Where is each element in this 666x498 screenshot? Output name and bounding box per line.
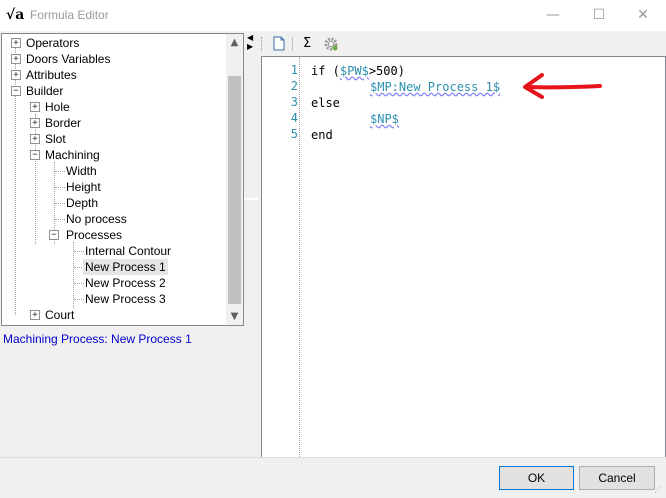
minimize-button[interactable]: — <box>530 0 576 31</box>
red-arrow-annotation-icon <box>523 73 602 99</box>
tree-item-no-process[interactable]: No process <box>66 211 127 227</box>
collapse-icon[interactable]: − <box>49 230 59 240</box>
editor-toolbar: Σ <box>259 33 664 55</box>
title-bar: √a Formula Editor — ☐ ✕ <box>0 0 666 31</box>
expand-icon[interactable]: + <box>11 54 21 64</box>
scroll-up-icon[interactable]: ▲ <box>226 34 243 51</box>
code-line-3: else <box>311 96 340 110</box>
tree-connector <box>15 42 16 315</box>
line-number: 2 <box>290 79 298 93</box>
toolbar-grip[interactable] <box>261 37 264 51</box>
scroll-down-icon[interactable]: ▼ <box>226 308 243 325</box>
tree-scrollbar[interactable]: ▲ ▼ <box>226 34 243 325</box>
tree-item-new-process-1[interactable]: New Process 1 <box>83 259 168 275</box>
line-number-gutter: 1 2 3 4 5 <box>262 57 300 457</box>
line-number: 1 <box>290 63 298 77</box>
tree-item-width[interactable]: Width <box>66 163 97 179</box>
expand-icon[interactable]: + <box>30 118 40 128</box>
tree-item-new-process-2[interactable]: New Process 2 <box>85 275 166 291</box>
variable-tree[interactable]: + Operators + Doors Variables + Attribut… <box>1 33 244 326</box>
tree-item-height[interactable]: Height <box>66 179 101 195</box>
tree-item-depth[interactable]: Depth <box>66 195 98 211</box>
scrollbar-thumb[interactable] <box>228 76 241 304</box>
formula-editor[interactable]: 1 2 3 4 5 if ($PW$>500) $MP:New Process … <box>261 56 666 458</box>
code-line-5: end <box>311 128 333 142</box>
code-line-2: $MP:New Process 1$ <box>370 79 500 95</box>
formula-app-icon: √a <box>6 7 25 23</box>
variable-pw[interactable]: $PW$ <box>340 64 369 78</box>
panel-splitter[interactable] <box>245 31 259 457</box>
line-number: 5 <box>290 127 298 141</box>
resize-grip-icon[interactable]: ⋰ <box>654 485 662 494</box>
ok-button[interactable]: OK <box>499 466 574 490</box>
splitter-arrows-icon[interactable]: ◀ ▶ <box>247 33 253 51</box>
tree-item-internal-contour[interactable]: Internal Contour <box>85 243 171 259</box>
splitter-handle[interactable] <box>244 198 258 200</box>
toolbar-separator <box>292 37 293 51</box>
line-number: 4 <box>290 111 298 125</box>
expand-icon[interactable]: + <box>11 38 21 48</box>
variable-mp-new-process-1[interactable]: $MP:New Process 1$ <box>370 80 500 94</box>
cancel-button[interactable]: Cancel <box>579 466 655 490</box>
code-line-1: if ($PW$>500) <box>311 64 405 78</box>
gear-icon[interactable] <box>323 36 339 52</box>
close-button[interactable]: ✕ <box>620 0 666 31</box>
new-document-icon[interactable] <box>272 36 286 52</box>
collapse-icon[interactable]: − <box>11 86 21 96</box>
expand-icon[interactable]: + <box>30 134 40 144</box>
expand-icon[interactable]: + <box>11 70 21 80</box>
selection-description: Machining Process: New Process 1 <box>3 332 192 346</box>
tree-item-new-process-3[interactable]: New Process 3 <box>85 291 166 307</box>
line-number: 3 <box>290 95 298 109</box>
window-title: Formula Editor <box>30 8 109 22</box>
expand-icon[interactable]: + <box>30 310 40 320</box>
code-line-4: $NP$ <box>370 111 399 127</box>
maximize-button[interactable]: ☐ <box>576 0 622 31</box>
collapse-icon[interactable]: − <box>30 150 40 160</box>
variable-np[interactable]: $NP$ <box>370 112 399 126</box>
expand-icon[interactable]: + <box>30 102 40 112</box>
sigma-icon[interactable]: Σ <box>303 36 311 52</box>
